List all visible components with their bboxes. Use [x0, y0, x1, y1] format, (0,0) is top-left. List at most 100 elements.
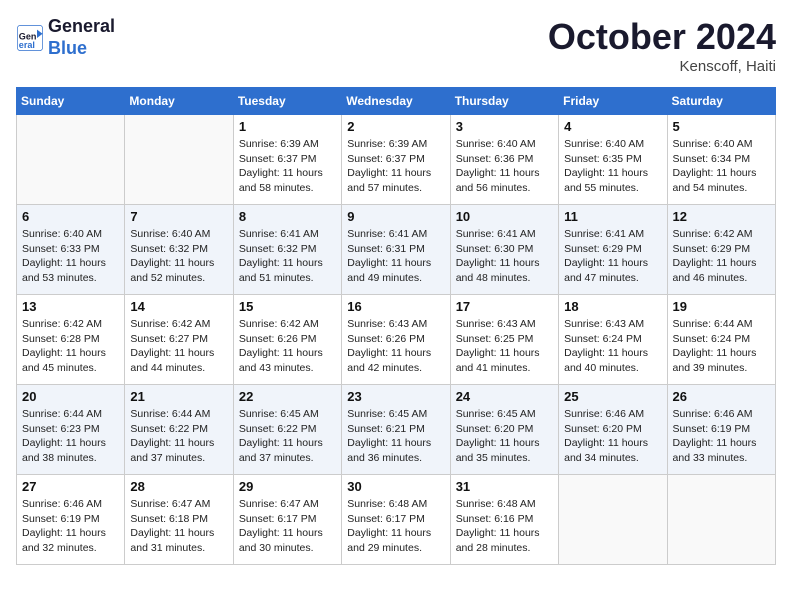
- day-info: Sunrise: 6:41 AM Sunset: 6:30 PM Dayligh…: [456, 227, 553, 286]
- calendar-cell: 22 Sunrise: 6:45 AM Sunset: 6:22 PM Dayli…: [233, 385, 341, 475]
- day-info: Sunrise: 6:40 AM Sunset: 6:32 PM Dayligh…: [130, 227, 227, 286]
- calendar-cell: 10 Sunrise: 6:41 AM Sunset: 6:30 PM Dayli…: [450, 205, 558, 295]
- day-info: Sunrise: 6:40 AM Sunset: 6:36 PM Dayligh…: [456, 137, 553, 196]
- day-info: Sunrise: 6:41 AM Sunset: 6:32 PM Dayligh…: [239, 227, 336, 286]
- month-title: October 2024: [548, 16, 776, 58]
- day-info: Sunrise: 6:42 AM Sunset: 6:29 PM Dayligh…: [673, 227, 770, 286]
- calendar-week-row: 20 Sunrise: 6:44 AM Sunset: 6:23 PM Dayli…: [17, 385, 776, 475]
- day-info: Sunrise: 6:43 AM Sunset: 6:25 PM Dayligh…: [456, 317, 553, 376]
- header-monday: Monday: [125, 88, 233, 115]
- day-info: Sunrise: 6:46 AM Sunset: 6:19 PM Dayligh…: [22, 497, 119, 556]
- calendar-cell: 20 Sunrise: 6:44 AM Sunset: 6:23 PM Dayli…: [17, 385, 125, 475]
- calendar-cell: [559, 475, 667, 565]
- calendar-cell: 9 Sunrise: 6:41 AM Sunset: 6:31 PM Daylig…: [342, 205, 450, 295]
- day-info: Sunrise: 6:43 AM Sunset: 6:26 PM Dayligh…: [347, 317, 444, 376]
- day-number: 3: [456, 119, 553, 134]
- day-number: 26: [673, 389, 770, 404]
- calendar-table: SundayMondayTuesdayWednesdayThursdayFrid…: [16, 87, 776, 565]
- calendar-week-row: 6Sunrise: 6:40 AM Sunset: 6:33 PM Daylig…: [17, 205, 776, 295]
- day-info: Sunrise: 6:44 AM Sunset: 6:24 PM Dayligh…: [673, 317, 770, 376]
- calendar-cell: 5Sunrise: 6:40 AM Sunset: 6:34 PM Daylig…: [667, 115, 775, 205]
- day-number: 25: [564, 389, 661, 404]
- day-number: 22: [239, 389, 336, 404]
- calendar-cell: 31Sunrise: 6:48 AM Sunset: 6:16 PM Dayli…: [450, 475, 558, 565]
- calendar-week-row: 1 Sunrise: 6:39 AM Sunset: 6:37 PM Daylig…: [17, 115, 776, 205]
- calendar-cell: 17 Sunrise: 6:43 AM Sunset: 6:25 PM Dayli…: [450, 295, 558, 385]
- calendar-cell: 3 Sunrise: 6:40 AM Sunset: 6:36 PM Daylig…: [450, 115, 558, 205]
- day-info: Sunrise: 6:43 AM Sunset: 6:24 PM Dayligh…: [564, 317, 661, 376]
- calendar-header-row: SundayMondayTuesdayWednesdayThursdayFrid…: [17, 88, 776, 115]
- day-number: 9: [347, 209, 444, 224]
- day-info: Sunrise: 6:48 AM Sunset: 6:17 PM Dayligh…: [347, 497, 444, 556]
- calendar-cell: 26Sunrise: 6:46 AM Sunset: 6:19 PM Dayli…: [667, 385, 775, 475]
- calendar-cell: 13 Sunrise: 6:42 AM Sunset: 6:28 PM Dayli…: [17, 295, 125, 385]
- day-info: Sunrise: 6:45 AM Sunset: 6:20 PM Dayligh…: [456, 407, 553, 466]
- day-info: Sunrise: 6:41 AM Sunset: 6:31 PM Dayligh…: [347, 227, 444, 286]
- day-info: Sunrise: 6:40 AM Sunset: 6:35 PM Dayligh…: [564, 137, 661, 196]
- page-header: Gen eral General Blue October 2024 Kensc…: [16, 16, 776, 75]
- day-info: Sunrise: 6:47 AM Sunset: 6:18 PM Dayligh…: [130, 497, 227, 556]
- day-info: Sunrise: 6:42 AM Sunset: 6:26 PM Dayligh…: [239, 317, 336, 376]
- day-number: 19: [673, 299, 770, 314]
- calendar-cell: 8Sunrise: 6:41 AM Sunset: 6:32 PM Daylig…: [233, 205, 341, 295]
- day-number: 1: [239, 119, 336, 134]
- calendar-cell: 1Sunrise: 6:39 AM Sunset: 6:37 PM Daylig…: [233, 115, 341, 205]
- calendar-cell: 2Sunrise: 6:39 AM Sunset: 6:37 PM Daylig…: [342, 115, 450, 205]
- day-number: 5: [673, 119, 770, 134]
- day-number: 13: [22, 299, 119, 314]
- calendar-cell: 27 Sunrise: 6:46 AM Sunset: 6:19 PM Dayli…: [17, 475, 125, 565]
- calendar-cell: 29 Sunrise: 6:47 AM Sunset: 6:17 PM Dayli…: [233, 475, 341, 565]
- day-number: 11: [564, 209, 661, 224]
- day-number: 30: [347, 479, 444, 494]
- calendar-cell: 15 Sunrise: 6:42 AM Sunset: 6:26 PM Dayli…: [233, 295, 341, 385]
- day-number: 17: [456, 299, 553, 314]
- day-number: 29: [239, 479, 336, 494]
- day-number: 18: [564, 299, 661, 314]
- day-number: 20: [22, 389, 119, 404]
- calendar-cell: 23Sunrise: 6:45 AM Sunset: 6:21 PM Dayli…: [342, 385, 450, 475]
- day-info: Sunrise: 6:42 AM Sunset: 6:28 PM Dayligh…: [22, 317, 119, 376]
- day-info: Sunrise: 6:42 AM Sunset: 6:27 PM Dayligh…: [130, 317, 227, 376]
- day-number: 15: [239, 299, 336, 314]
- day-number: 4: [564, 119, 661, 134]
- calendar-cell: [17, 115, 125, 205]
- logo-text-line1: General: [48, 16, 115, 38]
- day-number: 14: [130, 299, 227, 314]
- day-info: Sunrise: 6:45 AM Sunset: 6:22 PM Dayligh…: [239, 407, 336, 466]
- header-friday: Friday: [559, 88, 667, 115]
- day-info: Sunrise: 6:41 AM Sunset: 6:29 PM Dayligh…: [564, 227, 661, 286]
- day-number: 21: [130, 389, 227, 404]
- day-info: Sunrise: 6:47 AM Sunset: 6:17 PM Dayligh…: [239, 497, 336, 556]
- calendar-cell: 4 Sunrise: 6:40 AM Sunset: 6:35 PM Daylig…: [559, 115, 667, 205]
- calendar-week-row: 27 Sunrise: 6:46 AM Sunset: 6:19 PM Dayli…: [17, 475, 776, 565]
- header-sunday: Sunday: [17, 88, 125, 115]
- calendar-week-row: 13 Sunrise: 6:42 AM Sunset: 6:28 PM Dayli…: [17, 295, 776, 385]
- logo: Gen eral General Blue: [16, 16, 115, 59]
- logo-text-line2: Blue: [48, 38, 115, 60]
- calendar-cell: 6Sunrise: 6:40 AM Sunset: 6:33 PM Daylig…: [17, 205, 125, 295]
- calendar-cell: 25Sunrise: 6:46 AM Sunset: 6:20 PM Dayli…: [559, 385, 667, 475]
- calendar-cell: 18 Sunrise: 6:43 AM Sunset: 6:24 PM Dayli…: [559, 295, 667, 385]
- calendar-cell: 11 Sunrise: 6:41 AM Sunset: 6:29 PM Dayli…: [559, 205, 667, 295]
- day-info: Sunrise: 6:44 AM Sunset: 6:22 PM Dayligh…: [130, 407, 227, 466]
- day-number: 31: [456, 479, 553, 494]
- logo-icon: Gen eral: [16, 24, 44, 52]
- day-number: 23: [347, 389, 444, 404]
- day-number: 28: [130, 479, 227, 494]
- calendar-cell: 12Sunrise: 6:42 AM Sunset: 6:29 PM Dayli…: [667, 205, 775, 295]
- day-number: 7: [130, 209, 227, 224]
- day-number: 10: [456, 209, 553, 224]
- header-tuesday: Tuesday: [233, 88, 341, 115]
- day-info: Sunrise: 6:44 AM Sunset: 6:23 PM Dayligh…: [22, 407, 119, 466]
- calendar-cell: 21 Sunrise: 6:44 AM Sunset: 6:22 PM Dayli…: [125, 385, 233, 475]
- day-number: 27: [22, 479, 119, 494]
- day-info: Sunrise: 6:39 AM Sunset: 6:37 PM Dayligh…: [347, 137, 444, 196]
- svg-text:eral: eral: [19, 39, 35, 49]
- calendar-cell: 30 Sunrise: 6:48 AM Sunset: 6:17 PM Dayli…: [342, 475, 450, 565]
- day-number: 24: [456, 389, 553, 404]
- calendar-cell: 24 Sunrise: 6:45 AM Sunset: 6:20 PM Dayli…: [450, 385, 558, 475]
- day-number: 6: [22, 209, 119, 224]
- calendar-cell: 16Sunrise: 6:43 AM Sunset: 6:26 PM Dayli…: [342, 295, 450, 385]
- title-area: October 2024 Kenscoff, Haiti: [548, 16, 776, 75]
- calendar-cell: 7 Sunrise: 6:40 AM Sunset: 6:32 PM Daylig…: [125, 205, 233, 295]
